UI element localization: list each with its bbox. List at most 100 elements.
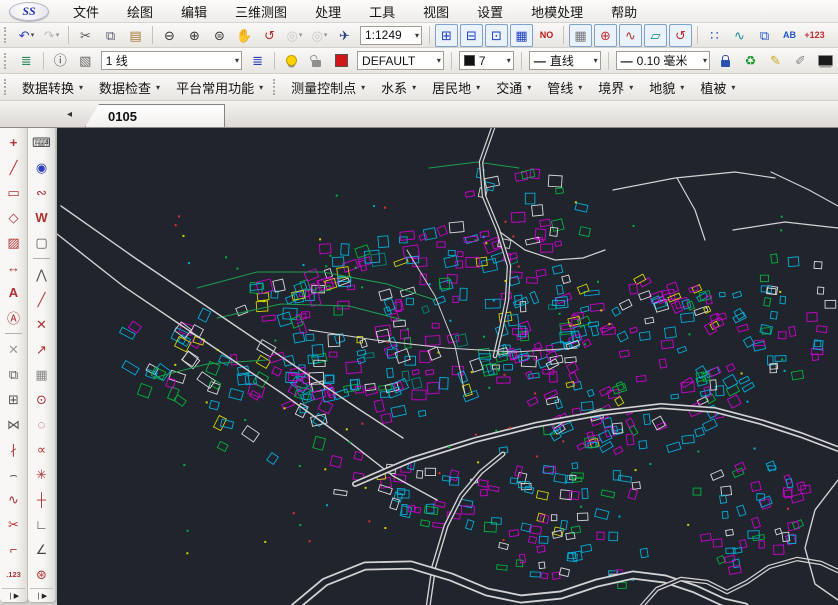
cascade-windows-icon[interactable]: ⊟ bbox=[460, 24, 483, 47]
menu-terrain-model[interactable]: 地模处理 bbox=[517, 0, 597, 22]
keyboard-entry-icon[interactable]: ⌨ bbox=[29, 130, 54, 155]
polygon-icon[interactable]: ◇ bbox=[1, 205, 26, 230]
redraw-icon[interactable]: ↺ bbox=[669, 24, 692, 47]
cross-line-icon[interactable]: ┼ bbox=[29, 487, 54, 512]
fillet-icon[interactable]: ⌢ bbox=[1, 462, 26, 487]
line-annotate-icon[interactable]: ∿ bbox=[619, 24, 642, 47]
color-combo[interactable]: 7▾ bbox=[459, 51, 514, 70]
osnap-no-toggle[interactable]: NO bbox=[535, 24, 558, 47]
pan-icon[interactable]: ✋ bbox=[233, 24, 256, 47]
tile-windows-icon[interactable]: ⊞ bbox=[435, 24, 458, 47]
grid-window-icon[interactable]: ▦ bbox=[510, 24, 533, 47]
layer-unlock-icon[interactable] bbox=[305, 49, 328, 72]
layer-combo[interactable]: 1 线▾ bbox=[101, 51, 242, 70]
menu-draw[interactable]: 绘图 bbox=[113, 0, 167, 22]
panel-vegetation[interactable]: 植被▾ bbox=[692, 76, 743, 98]
loop-icon[interactable]: ∝ bbox=[29, 437, 54, 462]
control-point-icon[interactable]: ⊕ bbox=[594, 24, 617, 47]
toolbar-grip[interactable] bbox=[273, 79, 279, 95]
ribbon-curve-icon[interactable]: ∾ bbox=[29, 180, 54, 205]
paste-icon[interactable]: ▤ bbox=[124, 24, 147, 47]
scale-combo[interactable]: 1:1249▾ bbox=[360, 26, 422, 45]
dropdown-arrow-icon[interactable]: ▾ bbox=[232, 56, 239, 65]
dropdown-arrow-icon[interactable]: ▾ bbox=[299, 31, 303, 39]
linetype-combo[interactable]: —直线▾ bbox=[529, 51, 601, 70]
dropdown-arrow-icon[interactable]: ▾ bbox=[31, 31, 35, 39]
star-point-icon[interactable]: ✳ bbox=[29, 462, 54, 487]
menu-tools[interactable]: 工具 bbox=[355, 0, 409, 22]
panel-boundaries[interactable]: 境界▾ bbox=[590, 76, 641, 98]
curve-icon[interactable]: ∿ bbox=[1, 487, 26, 512]
panel-pipelines[interactable]: 管线▾ bbox=[539, 76, 590, 98]
symbol-library-icon[interactable]: ◉ bbox=[29, 155, 54, 180]
mirror-icon[interactable]: ⋈ bbox=[1, 412, 26, 437]
panel-landforms[interactable]: 地貌▾ bbox=[641, 76, 692, 98]
panel-water-systems[interactable]: 水系▾ bbox=[373, 76, 424, 98]
toolbar-grip[interactable] bbox=[4, 53, 10, 69]
style-lock-icon[interactable] bbox=[714, 49, 737, 72]
menu-view[interactable]: 视图 bbox=[409, 0, 463, 22]
panel-survey-control-points[interactable]: 测量控制点▾ bbox=[283, 76, 373, 98]
coordinate-icon[interactable]: ∠ bbox=[29, 537, 54, 562]
panel-common-functions[interactable]: 平台常用功能▾ bbox=[168, 76, 271, 98]
polyline-node-icon[interactable]: ⋀ bbox=[29, 262, 54, 287]
dashed-circle-icon[interactable]: ◌ bbox=[29, 412, 54, 437]
copy-icon[interactable]: ⧉ bbox=[99, 24, 122, 47]
plot-frame-icon[interactable]: ▦ bbox=[569, 24, 592, 47]
area-annotate-icon[interactable]: ▱ bbox=[644, 24, 667, 47]
lineweight-combo[interactable]: —0.10 毫米▾ bbox=[616, 51, 710, 70]
dropdown-arrow-icon[interactable]: ▾ bbox=[591, 56, 598, 65]
rectangle-icon[interactable]: ▭ bbox=[1, 180, 26, 205]
fly-view-icon[interactable]: ✈ bbox=[333, 24, 356, 47]
brush-icon[interactable]: ✐ bbox=[789, 49, 812, 72]
panel-transportation[interactable]: 交通▾ bbox=[488, 76, 539, 98]
grid-icon[interactable]: ▦ bbox=[29, 362, 54, 387]
menu-edit[interactable]: 编辑 bbox=[167, 0, 221, 22]
number-annotate-icon[interactable]: .123 bbox=[1, 562, 26, 587]
layers-stack-icon[interactable]: ≣ bbox=[246, 49, 269, 72]
node-edit-icon[interactable]: ✕ bbox=[29, 312, 54, 337]
toolbar-grip[interactable] bbox=[4, 79, 10, 95]
refresh-icon[interactable]: ♻ bbox=[739, 49, 762, 72]
offset-icon[interactable]: ⌐ bbox=[1, 537, 26, 562]
menu-settings[interactable]: 设置 bbox=[463, 0, 517, 22]
point-icon[interactable]: + bbox=[1, 130, 26, 155]
text-style-toggle[interactable]: AB bbox=[778, 24, 801, 47]
zoom-in-icon[interactable]: ⊕ bbox=[183, 24, 206, 47]
dropdown-arrow-icon[interactable]: ▾ bbox=[700, 56, 707, 65]
zoom-window-icon[interactable]: ⊜ bbox=[208, 24, 231, 47]
style-combo[interactable]: DEFAULT▾ bbox=[357, 51, 444, 70]
move-copy-icon[interactable]: ⊞ bbox=[1, 387, 26, 412]
line-point-icon[interactable]: ↗ bbox=[29, 337, 54, 362]
block-layout-icon[interactable]: ⧉ bbox=[753, 24, 776, 47]
layer-color-chip[interactable] bbox=[330, 49, 353, 72]
redo-icon[interactable]: ↷▾ bbox=[40, 24, 63, 47]
layer-manager-icon[interactable]: ≣ bbox=[15, 49, 38, 72]
point-display-icon[interactable]: ∷ bbox=[703, 24, 726, 47]
dropdown-arrow-icon[interactable]: ▾ bbox=[504, 56, 511, 65]
monitor-icon[interactable] bbox=[814, 49, 837, 72]
dimension-icon[interactable]: ↔ bbox=[1, 255, 26, 280]
leader-icon[interactable]: ∟ bbox=[29, 512, 54, 537]
zoom-out-icon[interactable]: ⊖ bbox=[158, 24, 181, 47]
hatch-icon[interactable]: ▨ bbox=[1, 230, 26, 255]
batch-annotate-icon[interactable]: W bbox=[29, 205, 54, 230]
circle-point-icon[interactable]: ⊙ bbox=[29, 387, 54, 412]
menu-help[interactable]: 帮助 bbox=[597, 0, 651, 22]
toolbar-grip[interactable] bbox=[4, 27, 10, 43]
code-annotate-toggle[interactable]: +123 bbox=[803, 24, 826, 47]
trim-scissors-icon[interactable]: ✂ bbox=[1, 512, 26, 537]
edit-note-icon[interactable]: ✎ bbox=[764, 49, 787, 72]
dropdown-arrow-icon[interactable]: ▾ bbox=[324, 31, 328, 39]
layer-browse-icon[interactable]: ▧ bbox=[74, 49, 97, 72]
target-icon[interactable]: ⊛ bbox=[29, 562, 54, 587]
dropdown-arrow-icon[interactable]: ▾ bbox=[412, 31, 419, 40]
dropdown-arrow-icon[interactable]: ▾ bbox=[434, 56, 441, 65]
panel-residential[interactable]: 居民地▾ bbox=[424, 76, 488, 98]
drawing-tab[interactable]: 0105 bbox=[85, 104, 225, 127]
dropdown-arrow-icon[interactable]: ▾ bbox=[56, 31, 60, 39]
line-icon[interactable]: ╱ bbox=[1, 155, 26, 180]
named-view-icon[interactable]: ◎▾ bbox=[308, 24, 331, 47]
contour-icon[interactable]: ∿ bbox=[728, 24, 751, 47]
panel-data-check[interactable]: 数据检查▾ bbox=[91, 76, 168, 98]
